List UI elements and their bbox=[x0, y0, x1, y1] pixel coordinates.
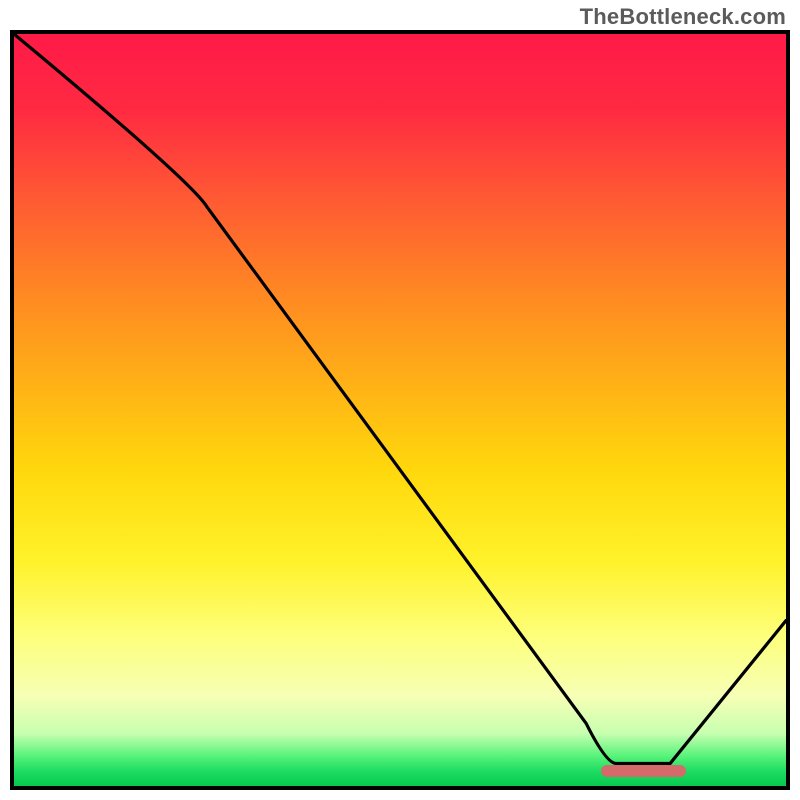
optimal-range-marker bbox=[601, 765, 686, 777]
bottleneck-curve bbox=[14, 34, 786, 786]
chart-frame bbox=[10, 30, 790, 790]
attribution-text: TheBottleneck.com bbox=[580, 4, 786, 30]
